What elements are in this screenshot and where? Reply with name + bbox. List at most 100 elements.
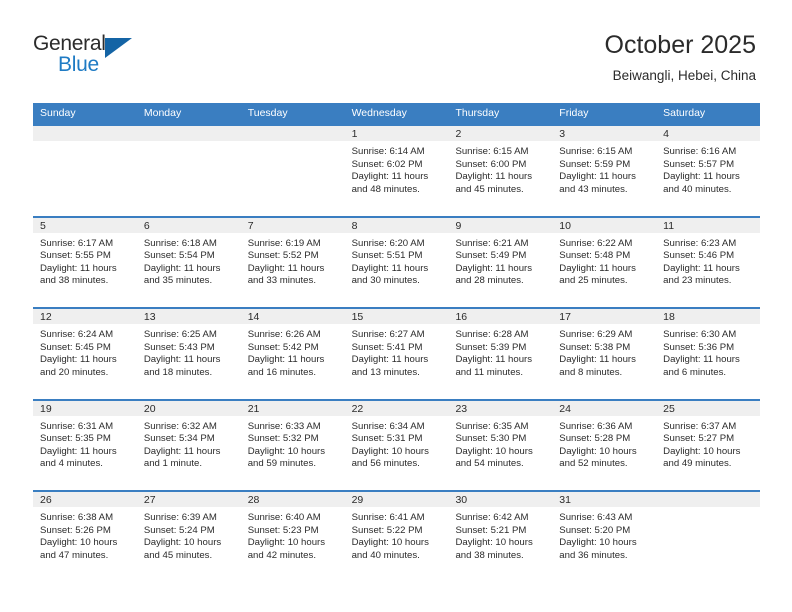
day-details: Sunrise: 6:38 AM Sunset: 5:26 PM Daylight:… xyxy=(33,507,137,562)
day-details: Sunrise: 6:28 AM Sunset: 5:39 PM Daylight:… xyxy=(448,324,552,379)
calendar-day-cell[interactable]: 18 Sunrise: 6:30 AM Sunset: 5:36 PM Dayligh… xyxy=(656,309,761,399)
calendar-day-cell[interactable]: 15 Sunrise: 6:27 AM Sunset: 5:41 PM Dayligh… xyxy=(344,309,449,399)
sunset-text: Sunset: 5:49 PM xyxy=(455,250,527,262)
daylight-text: Daylight: 11 hours and 30 minutes. xyxy=(351,262,429,287)
sunset-text: Sunset: 5:32 PM xyxy=(247,433,319,445)
day-number: 4 xyxy=(656,126,761,141)
day-details: Sunrise: 6:21 AM Sunset: 5:49 PM Daylight:… xyxy=(448,233,552,288)
sunrise-text: Sunrise: 6:25 AM xyxy=(143,329,217,340)
daylight-text: Daylight: 11 hours and 35 minutes. xyxy=(143,262,221,287)
day-details: Sunrise: 6:33 AM Sunset: 5:32 PM Daylight:… xyxy=(241,416,345,471)
day-details: Sunrise: 6:42 AM Sunset: 5:21 PM Daylight:… xyxy=(448,507,552,562)
calendar-day-cell[interactable]: 9 Sunrise: 6:21 AM Sunset: 5:49 PM Daylight… xyxy=(448,217,553,307)
calendar-day-cell[interactable]: 26 Sunrise: 6:38 AM Sunset: 5:26 PM Dayligh… xyxy=(33,492,137,582)
calendar-page: General Blue October 2025 Beiwangli, Heb… xyxy=(0,0,792,612)
page-subtitle: Beiwangli, Hebei, China xyxy=(612,68,756,83)
calendar-day-cell-empty xyxy=(136,126,241,216)
calendar-day-cell[interactable]: 28 Sunrise: 6:40 AM Sunset: 5:23 PM Dayligh… xyxy=(240,492,345,582)
calendar-day-cell[interactable]: 23 Sunrise: 6:35 AM Sunset: 5:30 PM Dayligh… xyxy=(448,400,553,490)
sunrise-text: Sunrise: 6:39 AM xyxy=(143,512,217,523)
sunrise-text: Sunrise: 6:17 AM xyxy=(40,237,114,249)
calendar-day-cell[interactable]: 12 Sunrise: 6:24 AM Sunset: 5:45 PM Dayligh… xyxy=(33,309,137,399)
sunrise-text: Sunrise: 6:35 AM xyxy=(455,420,529,432)
calendar-day-cell[interactable]: 1 Sunrise: 6:14 AM Sunset: 6:02 PM Daylight… xyxy=(344,126,449,216)
sunset-text: Sunset: 5:48 PM xyxy=(559,250,631,262)
sunrise-text: Sunrise: 6:21 AM xyxy=(455,237,529,249)
calendar-day-cell[interactable]: 24 Sunrise: 6:36 AM Sunset: 5:28 PM Dayligh… xyxy=(552,400,657,490)
sunset-text: Sunset: 5:31 PM xyxy=(351,433,423,445)
calendar-day-cell[interactable]: 30 Sunrise: 6:42 AM Sunset: 5:21 PM Dayligh… xyxy=(448,492,553,582)
calendar-day-cell[interactable]: 11 Sunrise: 6:23 AM Sunset: 5:46 PM Dayligh… xyxy=(656,217,761,307)
sunset-text: Sunset: 6:02 PM xyxy=(351,158,423,170)
sunset-text: Sunset: 5:46 PM xyxy=(663,250,735,262)
day-number: 23 xyxy=(448,400,553,416)
calendar-day-cell[interactable]: 20 Sunrise: 6:32 AM Sunset: 5:34 PM Dayligh… xyxy=(136,400,241,490)
calendar-day-cell[interactable]: 16 Sunrise: 6:28 AM Sunset: 5:39 PM Dayligh… xyxy=(448,309,553,399)
sunrise-text: Sunrise: 6:24 AM xyxy=(40,329,114,340)
sunset-text: Sunset: 5:59 PM xyxy=(559,158,631,170)
daylight-text: Daylight: 11 hours and 6 minutes. xyxy=(663,354,740,378)
day-details: Sunrise: 6:31 AM Sunset: 5:35 PM Daylight:… xyxy=(33,416,137,471)
sunrise-text: Sunrise: 6:20 AM xyxy=(351,237,425,249)
calendar-day-cell[interactable]: 7 Sunrise: 6:19 AM Sunset: 5:52 PM Daylight… xyxy=(240,217,345,307)
daylight-text: Daylight: 11 hours and 13 minutes. xyxy=(351,354,429,378)
calendar-day-cell[interactable]: 25 Sunrise: 6:37 AM Sunset: 5:27 PM Dayligh… xyxy=(656,400,761,490)
calendar-day-cell[interactable]: 2 Sunrise: 6:15 AM Sunset: 6:00 PM Daylight… xyxy=(448,126,553,216)
day-number xyxy=(656,492,761,507)
calendar-day-cell[interactable]: 31 Sunrise: 6:43 AM Sunset: 5:20 PM Dayligh… xyxy=(552,492,657,582)
calendar-day-cell[interactable]: 17 Sunrise: 6:29 AM Sunset: 5:38 PM Dayligh… xyxy=(552,309,657,399)
sunrise-text: Sunrise: 6:18 AM xyxy=(143,237,217,249)
sunrise-text: Sunrise: 6:40 AM xyxy=(247,512,321,523)
daylight-text: Daylight: 11 hours and 40 minutes. xyxy=(663,171,740,195)
day-number: 22 xyxy=(344,400,449,416)
sunset-text: Sunset: 5:41 PM xyxy=(351,341,423,353)
calendar-week-row: 1 Sunrise: 6:14 AM Sunset: 6:02 PM Daylight… xyxy=(33,124,761,216)
day-number: 14 xyxy=(240,309,345,324)
sunset-text: Sunset: 5:26 PM xyxy=(40,524,111,536)
day-number: 1 xyxy=(344,126,449,141)
day-number: 8 xyxy=(344,217,449,233)
day-details: Sunrise: 6:25 AM Sunset: 5:43 PM Daylight:… xyxy=(137,324,241,379)
calendar-day-cell[interactable]: 27 Sunrise: 6:39 AM Sunset: 5:24 PM Dayligh… xyxy=(136,492,241,582)
sunrise-text: Sunrise: 6:15 AM xyxy=(455,146,529,157)
sunrise-text: Sunrise: 6:32 AM xyxy=(143,420,217,432)
daylight-text: Daylight: 10 hours and 54 minutes. xyxy=(455,445,533,470)
calendar-grid: Sunday Monday Tuesday Wednesday Thursday… xyxy=(33,103,761,583)
day-details: Sunrise: 6:26 AM Sunset: 5:42 PM Daylight:… xyxy=(241,324,345,379)
daylight-text: Daylight: 10 hours and 36 minutes. xyxy=(559,537,637,561)
general-blue-logo[interactable]: General Blue xyxy=(33,32,173,82)
day-number: 3 xyxy=(552,126,657,141)
calendar-day-cell[interactable]: 5 Sunrise: 6:17 AM Sunset: 5:55 PM Daylight… xyxy=(33,217,137,307)
calendar-day-cell[interactable]: 10 Sunrise: 6:22 AM Sunset: 5:48 PM Dayligh… xyxy=(552,217,657,307)
calendar-day-cell[interactable]: 14 Sunrise: 6:26 AM Sunset: 5:42 PM Dayligh… xyxy=(240,309,345,399)
calendar-day-cell[interactable]: 6 Sunrise: 6:18 AM Sunset: 5:54 PM Daylight… xyxy=(136,217,241,307)
daylight-text: Daylight: 11 hours and 38 minutes. xyxy=(40,262,117,287)
title-block: October 2025 Beiwangli, Hebei, China xyxy=(605,30,757,84)
calendar-day-cell[interactable]: 29 Sunrise: 6:41 AM Sunset: 5:22 PM Dayligh… xyxy=(344,492,449,582)
day-number: 5 xyxy=(33,217,137,233)
calendar-day-cell[interactable]: 13 Sunrise: 6:25 AM Sunset: 5:43 PM Dayligh… xyxy=(136,309,241,399)
calendar-day-cell[interactable]: 4 Sunrise: 6:16 AM Sunset: 5:57 PM Daylight… xyxy=(656,126,761,216)
calendar-day-cell[interactable]: 3 Sunrise: 6:15 AM Sunset: 5:59 PM Daylight… xyxy=(552,126,657,216)
day-number: 31 xyxy=(552,492,657,507)
calendar-day-cell[interactable]: 8 Sunrise: 6:20 AM Sunset: 5:51 PM Daylight… xyxy=(344,217,449,307)
daylight-text: Daylight: 10 hours and 49 minutes. xyxy=(663,445,741,470)
calendar-day-cell[interactable]: 22 Sunrise: 6:34 AM Sunset: 5:31 PM Dayligh… xyxy=(344,400,449,490)
sunset-text: Sunset: 5:22 PM xyxy=(351,524,423,536)
day-details: Sunrise: 6:40 AM Sunset: 5:23 PM Daylight:… xyxy=(241,507,345,562)
sunrise-text: Sunrise: 6:38 AM xyxy=(40,512,114,523)
sunset-text: Sunset: 5:42 PM xyxy=(247,341,319,353)
sunset-text: Sunset: 5:23 PM xyxy=(247,524,319,536)
daylight-text: Daylight: 10 hours and 52 minutes. xyxy=(559,445,637,470)
calendar-day-cell[interactable]: 19 Sunrise: 6:31 AM Sunset: 5:35 PM Dayligh… xyxy=(33,400,137,490)
calendar-weeks: 1 Sunrise: 6:14 AM Sunset: 6:02 PM Daylight… xyxy=(33,124,761,583)
sunrise-text: Sunrise: 6:36 AM xyxy=(559,420,633,432)
daylight-text: Daylight: 11 hours and 18 minutes. xyxy=(143,354,221,378)
weekday-header-sunday: Sunday xyxy=(40,107,76,119)
calendar-day-cell[interactable]: 21 Sunrise: 6:33 AM Sunset: 5:32 PM Dayligh… xyxy=(240,400,345,490)
sunrise-text: Sunrise: 6:33 AM xyxy=(247,420,321,432)
calendar-week-row: 12 Sunrise: 6:24 AM Sunset: 5:45 PM Dayligh… xyxy=(33,307,761,399)
day-details: Sunrise: 6:36 AM Sunset: 5:28 PM Daylight:… xyxy=(552,416,656,471)
daylight-text: Daylight: 11 hours and 48 minutes. xyxy=(351,171,429,195)
daylight-text: Daylight: 10 hours and 40 minutes. xyxy=(351,537,429,561)
